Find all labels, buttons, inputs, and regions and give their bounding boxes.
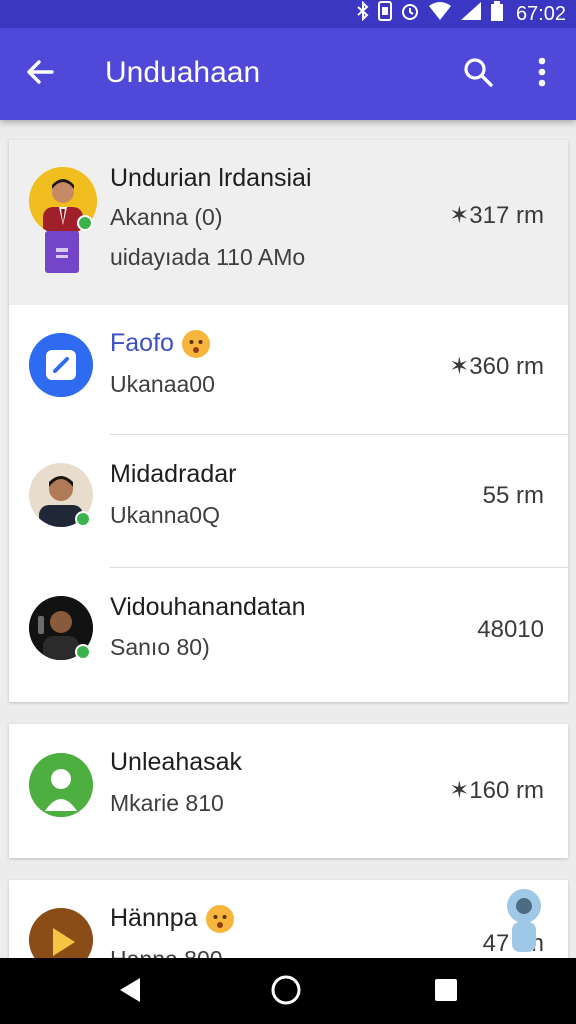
item-title: Hännpa — [110, 904, 234, 934]
battery-icon — [490, 1, 504, 27]
nav-back-icon — [117, 976, 143, 1009]
item-title: Midadradar — [110, 460, 237, 488]
list-item[interactable]: Unleahasak Mkarie 810 ✶160 rm — [9, 724, 568, 858]
nav-back-button[interactable] — [114, 976, 146, 1008]
list-item[interactable]: Hännpa Hanna 800 47 rm — [9, 880, 568, 960]
wifi-icon — [428, 1, 452, 27]
item-subtitle: Sanıo 80) — [110, 634, 210, 660]
item-title: Undurian lrdansiai — [110, 164, 312, 192]
status-badge — [77, 215, 93, 231]
downloads-card: Unleahasak Mkarie 810 ✶160 rm — [9, 724, 568, 858]
page-title: Unduahaan — [105, 56, 261, 89]
sim-icon — [377, 1, 392, 27]
nav-home-button[interactable] — [270, 974, 302, 1011]
nav-recents-icon — [433, 977, 459, 1008]
nav-home-icon — [270, 974, 302, 1011]
item-title: Unleahasak — [110, 748, 243, 776]
item-subtitle: Ukanaa00 — [110, 371, 215, 397]
item-size: ✶160 rm — [449, 777, 544, 804]
avatar — [29, 753, 93, 817]
status-bar: 67:02 — [0, 0, 576, 28]
status-badge — [75, 511, 91, 527]
avatar — [29, 908, 93, 960]
item-size: ✶317 rm — [449, 202, 544, 229]
item-title: Faofo — [110, 329, 210, 359]
item-subtitle: Mkarie 810 — [110, 790, 224, 816]
list-item[interactable]: Undurian lrdansiai Akanna (0) uidayıada … — [9, 140, 568, 305]
signal-icon — [460, 1, 482, 27]
alarm-icon — [400, 1, 420, 27]
robot-icon — [503, 884, 545, 954]
search-button[interactable] — [458, 54, 498, 94]
downloads-card: Undurian lrdansiai Akanna (0) uidayıada … — [9, 140, 568, 702]
arrow-left-icon — [24, 56, 56, 93]
file-thumbnail — [45, 231, 79, 273]
back-button[interactable] — [20, 54, 60, 94]
search-icon — [462, 56, 494, 93]
status-badge — [75, 644, 91, 660]
navigation-bar — [0, 958, 576, 1024]
item-title: Vidouhanandatan — [110, 593, 306, 621]
clock: 67:02 — [515, 2, 566, 25]
item-size: ✶360 rm — [449, 353, 544, 380]
emoji-icon — [181, 330, 210, 359]
avatar — [29, 333, 93, 397]
app-bar: Unduahaan — [0, 28, 576, 120]
nav-recents-button[interactable] — [430, 976, 462, 1008]
item-detail: uidayıada 110 AMo — [110, 244, 306, 270]
item-subtitle: Akanna (0) — [110, 204, 223, 230]
list-item[interactable]: Vidouhanandatan Sanıo 80) 48010 — [9, 568, 568, 702]
more-vert-icon — [537, 56, 547, 93]
item-subtitle: Ukanna0Q — [110, 502, 220, 528]
more-options-button[interactable] — [524, 54, 560, 94]
item-size: 48010 — [477, 616, 544, 643]
list-item[interactable]: Midadradar Ukanna0Q 55 rm — [9, 435, 568, 568]
bluetooth-icon — [356, 0, 370, 27]
list-item[interactable]: Faofo Ukanaa00 ✶360 rm — [9, 305, 568, 435]
item-size: 55 rm — [482, 482, 544, 509]
emoji-icon — [205, 905, 234, 934]
downloads-card: Hännpa Hanna 800 47 rm — [9, 880, 568, 960]
